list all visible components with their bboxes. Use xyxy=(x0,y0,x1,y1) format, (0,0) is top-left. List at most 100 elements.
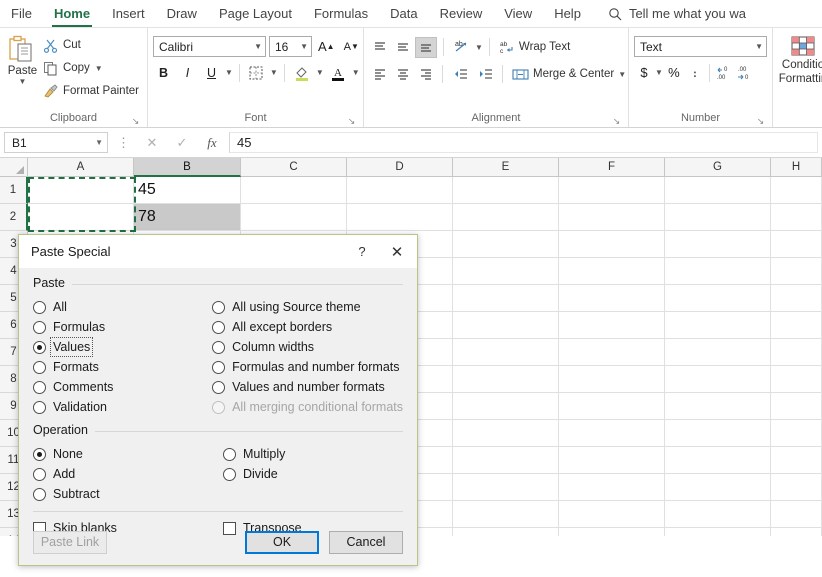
cell-f2[interactable] xyxy=(559,204,665,231)
cell-h14[interactable] xyxy=(771,528,822,536)
radio-paste-comments[interactable]: Comments xyxy=(33,377,212,397)
align-bottom-button[interactable] xyxy=(415,36,437,58)
help-icon[interactable]: ? xyxy=(347,237,377,267)
cell-h2[interactable] xyxy=(771,204,822,231)
cell-d1[interactable] xyxy=(347,177,453,204)
cell-f14[interactable] xyxy=(559,528,665,536)
increase-decimal-button[interactable]: 0 .00 xyxy=(714,62,734,83)
currency-button[interactable]: $ xyxy=(634,62,654,83)
column-header-d[interactable]: D xyxy=(347,158,453,177)
dialog-title-bar[interactable]: Paste Special ? ✕ xyxy=(19,235,417,268)
copy-dropdown-caret-icon[interactable]: ▼ xyxy=(95,64,103,73)
column-header-c[interactable]: C xyxy=(241,158,347,177)
column-header-f[interactable]: F xyxy=(559,158,665,177)
cell-f3[interactable] xyxy=(559,231,665,258)
cell-h10[interactable] xyxy=(771,420,822,447)
tab-view[interactable]: View xyxy=(493,0,543,27)
format-painter-button[interactable]: Format Painter xyxy=(40,80,142,102)
tab-data[interactable]: Data xyxy=(379,0,428,27)
close-icon[interactable]: ✕ xyxy=(377,237,417,267)
formula-input[interactable]: 45 xyxy=(229,132,818,153)
cell-f1[interactable] xyxy=(559,177,665,204)
cell-g13[interactable] xyxy=(665,501,771,528)
radio-operation-multiply[interactable]: Multiply xyxy=(223,444,403,464)
cell-f13[interactable] xyxy=(559,501,665,528)
cell-e2[interactable] xyxy=(453,204,559,231)
bold-button[interactable]: B xyxy=(153,62,174,83)
radio-paste-formulas[interactable]: Formulas xyxy=(33,317,212,337)
percent-style-button[interactable]: % xyxy=(664,62,684,83)
column-header-a[interactable]: A xyxy=(28,158,134,177)
cell-e5[interactable] xyxy=(453,285,559,312)
radio-paste-all-using-source-theme[interactable]: All using Source theme xyxy=(212,297,403,317)
decrease-font-size-button[interactable]: A ▼ xyxy=(341,36,362,57)
copy-button[interactable]: Copy ▼ xyxy=(40,57,142,79)
cell-e12[interactable] xyxy=(453,474,559,501)
align-left-button[interactable] xyxy=(369,64,390,85)
cell-a2[interactable] xyxy=(28,204,134,231)
font-family-combo[interactable]: Calibri ▼ xyxy=(153,36,266,57)
cell-g6[interactable] xyxy=(665,312,771,339)
cell-g12[interactable] xyxy=(665,474,771,501)
tab-insert[interactable]: Insert xyxy=(101,0,156,27)
align-center-button[interactable] xyxy=(392,64,413,85)
paste-dropdown-caret-icon[interactable]: ▼ xyxy=(19,78,27,86)
cancel-button[interactable]: Cancel xyxy=(329,530,403,554)
cell-g9[interactable] xyxy=(665,393,771,420)
cell-g14[interactable] xyxy=(665,528,771,536)
column-header-h[interactable]: H xyxy=(771,158,822,177)
cell-h7[interactable] xyxy=(771,339,822,366)
column-header-e[interactable]: E xyxy=(453,158,559,177)
cell-d2[interactable] xyxy=(347,204,453,231)
cell-g4[interactable] xyxy=(665,258,771,285)
cell-e7[interactable] xyxy=(453,339,559,366)
cell-f11[interactable] xyxy=(559,447,665,474)
number-format-combo[interactable]: Text ▼ xyxy=(634,36,767,57)
cell-g11[interactable] xyxy=(665,447,771,474)
decrease-indent-button[interactable] xyxy=(449,64,471,85)
cell-g7[interactable] xyxy=(665,339,771,366)
cancel-entry-icon[interactable]: ✕ xyxy=(139,135,165,151)
merge-dropdown-caret-icon[interactable]: ▼ xyxy=(618,70,626,79)
alignment-dialog-launcher[interactable] xyxy=(612,117,621,126)
cell-f4[interactable] xyxy=(559,258,665,285)
currency-dropdown-caret-icon[interactable]: ▼ xyxy=(655,68,663,77)
radio-operation-add[interactable]: Add xyxy=(33,464,223,484)
cell-f9[interactable] xyxy=(559,393,665,420)
radio-paste-validation[interactable]: Validation xyxy=(33,397,212,417)
font-color-dropdown-caret-icon[interactable]: ▼ xyxy=(352,68,360,77)
tab-help[interactable]: Help xyxy=(543,0,592,27)
insert-function-icon[interactable]: fx xyxy=(199,135,225,151)
align-right-button[interactable] xyxy=(415,64,436,85)
fill-color-dropdown-caret-icon[interactable]: ▼ xyxy=(316,68,324,77)
underline-dropdown-caret-icon[interactable]: ▼ xyxy=(225,68,233,77)
decrease-decimal-button[interactable]: .00 0 xyxy=(735,62,755,83)
cell-e14[interactable] xyxy=(453,528,559,536)
radio-paste-column-widths[interactable]: Column widths xyxy=(212,337,403,357)
number-dialog-launcher[interactable] xyxy=(756,117,765,126)
radio-paste-values[interactable]: Values xyxy=(33,337,212,357)
merge-center-button[interactable]: Merge & Center ▼ xyxy=(509,63,629,85)
tab-draw[interactable]: Draw xyxy=(156,0,208,27)
cell-b1[interactable]: 45 xyxy=(134,177,241,204)
radio-operation-divide[interactable]: Divide xyxy=(223,464,403,484)
fill-color-button[interactable] xyxy=(291,62,313,83)
cell-f5[interactable] xyxy=(559,285,665,312)
cell-e4[interactable] xyxy=(453,258,559,285)
cell-h9[interactable] xyxy=(771,393,822,420)
cell-e9[interactable] xyxy=(453,393,559,420)
name-box[interactable]: B1 ▼ xyxy=(4,132,108,153)
cell-f6[interactable] xyxy=(559,312,665,339)
tab-formulas[interactable]: Formulas xyxy=(303,0,379,27)
cell-g10[interactable] xyxy=(665,420,771,447)
cell-g2[interactable] xyxy=(665,204,771,231)
tab-page-layout[interactable]: Page Layout xyxy=(208,0,303,27)
cell-h1[interactable] xyxy=(771,177,822,204)
cell-h8[interactable] xyxy=(771,366,822,393)
cell-a1[interactable] xyxy=(28,177,134,204)
cell-e6[interactable] xyxy=(453,312,559,339)
wrap-text-button[interactable]: ab c Wrap Text xyxy=(496,36,573,58)
cell-e8[interactable] xyxy=(453,366,559,393)
borders-button[interactable] xyxy=(246,62,267,83)
tab-home[interactable]: Home xyxy=(43,0,101,27)
